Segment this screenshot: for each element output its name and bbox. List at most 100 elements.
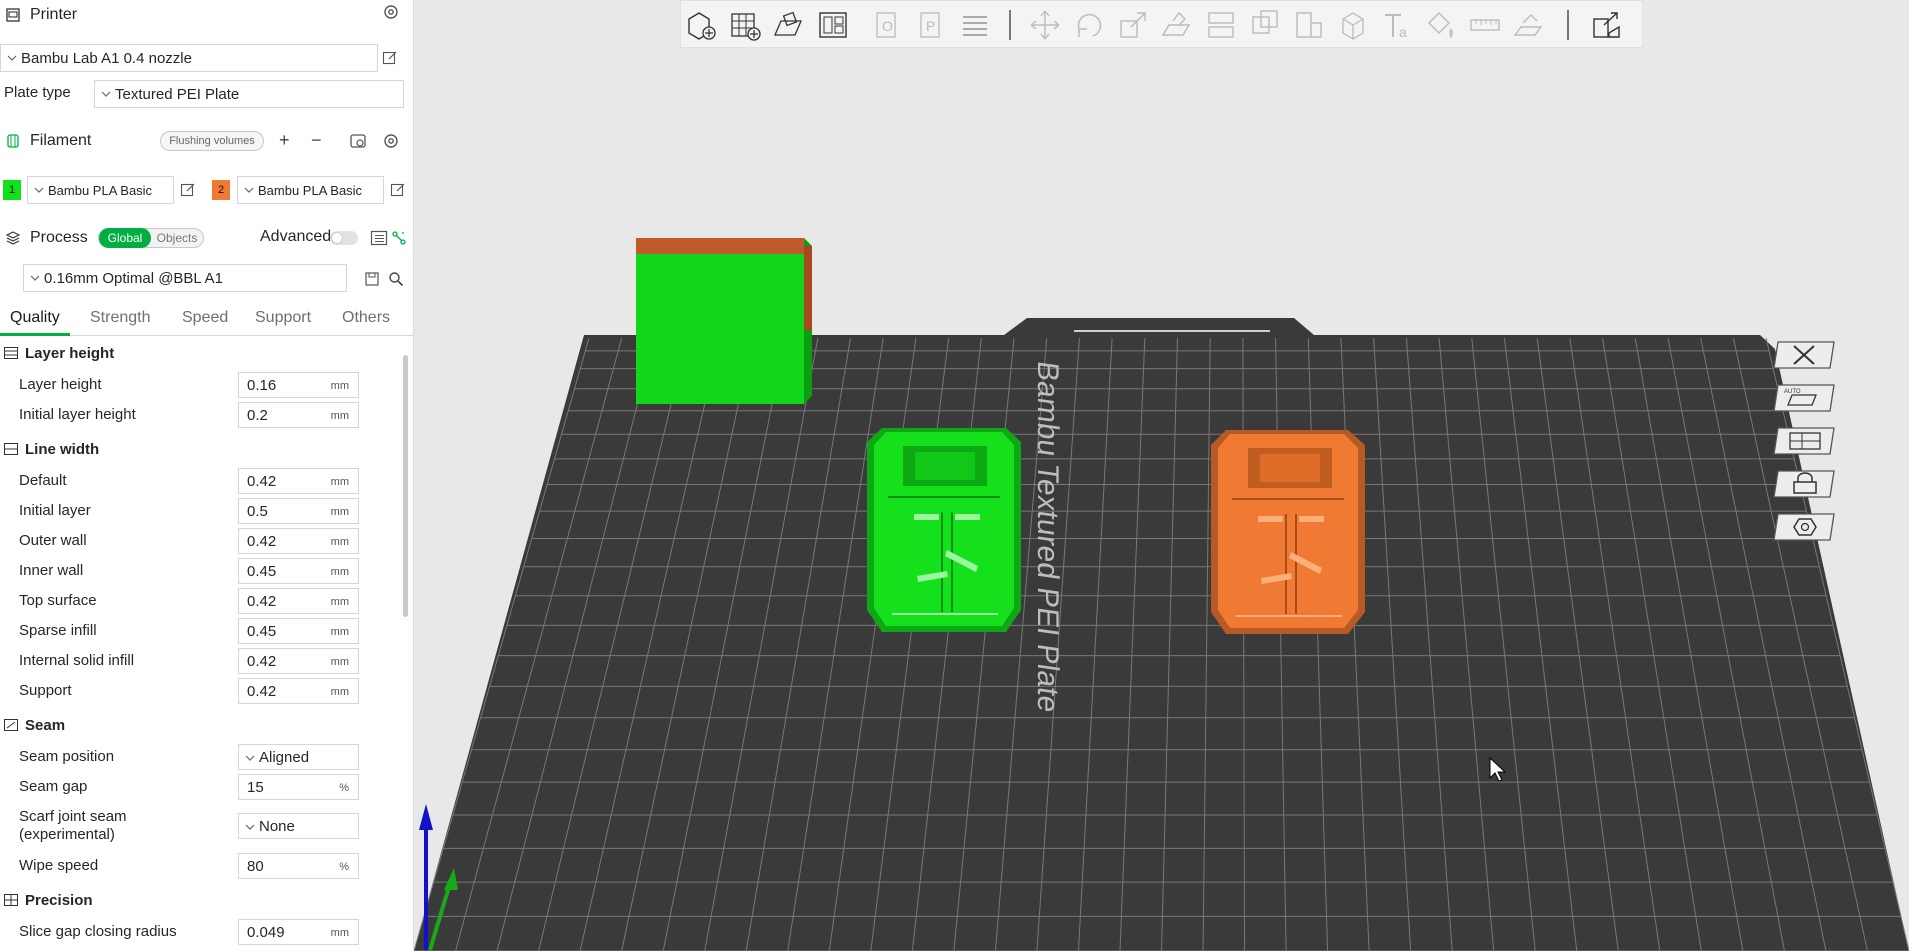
build-plate-scene[interactable]: Bambu Textured PEI Plate	[414, 0, 1909, 951]
printer-preset-combo[interactable]: Bambu Lab A1 0.4 nozzle	[0, 44, 378, 72]
flushing-volumes-button[interactable]: Flushing volumes	[160, 131, 264, 151]
assembly-icon[interactable]	[1511, 7, 1547, 43]
line-width-initial-layer-input[interactable]: 0.5 mm	[238, 498, 359, 524]
line-width-default-input[interactable]: 0.42 mm	[238, 468, 359, 494]
tab-support[interactable]: Support	[255, 309, 311, 327]
main-toolbar: O P a	[680, 0, 1643, 48]
lock-plate-icon[interactable]	[1772, 467, 1838, 501]
printer-edit-icon[interactable]	[382, 50, 398, 66]
group-seam: Seam	[0, 711, 395, 739]
cut-icon[interactable]	[1203, 7, 1239, 43]
tab-speed[interactable]: Speed	[182, 309, 228, 327]
plate-arrange-icon[interactable]	[1772, 424, 1838, 458]
printer-title: Printer	[30, 6, 78, 23]
filament-slot-1-combo[interactable]: Bambu PLA Basic	[27, 176, 174, 204]
line-width-inner-wall-input[interactable]: 0.45 mm	[238, 558, 359, 584]
global-objects-toggle[interactable]: Global Objects	[98, 228, 204, 248]
setting-label: Default	[19, 472, 67, 489]
save-preset-icon[interactable]	[364, 271, 380, 287]
settings-tabs: Quality Strength Speed Support Others	[0, 302, 413, 336]
text-tool-icon[interactable]: a	[1379, 7, 1415, 43]
plate-auto-orient-icon[interactable]: AUTO	[1772, 381, 1838, 415]
line-width-support-input[interactable]: 0.42 mm	[238, 678, 359, 704]
process-compare-icon[interactable]	[390, 229, 408, 247]
tab-strength[interactable]: Strength	[90, 309, 150, 327]
setting-label: Seam position	[19, 748, 115, 765]
scale-icon[interactable]	[1115, 7, 1151, 43]
filament-title: Filament	[30, 132, 92, 149]
plate-settings-icon[interactable]	[1772, 510, 1838, 544]
orange-model[interactable]	[1211, 430, 1365, 634]
auto-orient-icon[interactable]	[771, 7, 807, 43]
assembly-view-icon[interactable]	[1589, 7, 1625, 43]
process-title: Process	[30, 229, 88, 246]
search-icon[interactable]	[388, 271, 404, 287]
advanced-switch[interactable]	[330, 231, 358, 245]
scarf-joint-seam-select[interactable]: None	[238, 813, 359, 839]
filament-slot-1-name: Bambu PLA Basic	[48, 182, 153, 198]
filament-slot-2-edit-icon[interactable]	[390, 182, 406, 198]
tab-others[interactable]: Others	[342, 309, 390, 327]
setting-label-secondary: (experimental)	[19, 826, 115, 843]
line-width-outer-wall-input[interactable]: 0.42 mm	[238, 528, 359, 554]
objects-toggle-option[interactable]: Objects	[151, 229, 203, 247]
filament-slot-2-name: Bambu PLA Basic	[258, 182, 363, 198]
line-width-internal-solid-infill-input[interactable]: 0.42 mm	[238, 648, 359, 674]
filament-slot-1-swatch[interactable]: 1	[3, 180, 21, 200]
filament-slot-1-edit-icon[interactable]	[180, 182, 196, 198]
add-filament-button[interactable]: +	[279, 130, 290, 151]
global-toggle-option[interactable]: Global	[99, 228, 151, 248]
toolbar-separator	[1567, 10, 1569, 40]
add-object-icon[interactable]	[683, 7, 719, 43]
printer-settings-gear-icon[interactable]	[382, 3, 400, 21]
build-plate	[414, 318, 1909, 951]
group-title: Precision	[25, 891, 93, 909]
settings-scrollbar[interactable]	[403, 355, 408, 617]
support-paint-icon[interactable]	[1291, 7, 1327, 43]
chevron-down-icon	[30, 275, 40, 281]
filament-slot-2-combo[interactable]: Bambu PLA Basic	[237, 176, 384, 204]
line-width-sparse-infill-input[interactable]: 0.45 mm	[238, 618, 359, 644]
printer-preset-value: Bambu Lab A1 0.4 nozzle	[21, 49, 192, 67]
filament-sync-icon[interactable]	[349, 132, 367, 150]
prime-tower[interactable]	[636, 238, 812, 404]
arrange-icon[interactable]	[815, 7, 851, 43]
rotate-icon[interactable]	[1071, 7, 1107, 43]
add-plate-icon[interactable]	[727, 7, 763, 43]
svg-text:O: O	[882, 18, 893, 34]
process-preset-combo[interactable]: 0.16mm Optimal @BBL A1	[23, 264, 347, 292]
seam-paint-icon[interactable]	[1335, 7, 1371, 43]
3d-viewport[interactable]: Bambu Textured PEI Plate O P a AUTO	[414, 0, 1909, 951]
layer-height-input[interactable]: 0.16 mm	[238, 372, 359, 398]
delete-plate-icon[interactable]	[1772, 338, 1838, 372]
filament-slot-2-swatch[interactable]: 2	[212, 180, 230, 200]
remove-filament-button[interactable]: −	[311, 130, 322, 151]
plate-text: Bambu Textured PEI Plate	[1031, 359, 1064, 715]
seam-position-select[interactable]: Aligned	[238, 744, 359, 770]
layers-icon[interactable]	[957, 7, 993, 43]
initial-layer-height-input[interactable]: 0.2 mm	[238, 402, 359, 428]
setting-label: Inner wall	[19, 562, 84, 579]
filament-settings-gear-icon[interactable]	[382, 132, 400, 150]
move-icon[interactable]	[1027, 7, 1063, 43]
lay-on-face-icon[interactable]	[1159, 7, 1195, 43]
measure-icon[interactable]	[1467, 7, 1503, 43]
line-width-top-surface-input[interactable]: 0.42 mm	[238, 588, 359, 614]
slice-gap-closing-radius-input[interactable]: 0.049 mm	[238, 919, 359, 945]
split-parts-icon[interactable]: P	[913, 7, 949, 43]
group-title: Seam	[25, 716, 66, 734]
plate-type-combo[interactable]: Textured PEI Plate	[94, 80, 404, 108]
tab-quality[interactable]: Quality	[10, 309, 60, 327]
seam-gap-input[interactable]: 15%	[238, 774, 359, 800]
split-objects-icon[interactable]: O	[869, 7, 905, 43]
color-paint-icon[interactable]	[1423, 7, 1459, 43]
chevron-down-icon	[244, 187, 254, 193]
wipe-speed-input[interactable]: 80%	[238, 853, 359, 879]
line-width-icon	[4, 443, 18, 455]
process-list-icon[interactable]	[370, 229, 388, 247]
advanced-switch-knob	[331, 232, 343, 244]
toolbar-separator	[1009, 10, 1011, 40]
setting-label: Sparse infill	[19, 622, 97, 639]
boolean-icon[interactable]	[1247, 7, 1283, 43]
green-model[interactable]	[867, 428, 1021, 632]
